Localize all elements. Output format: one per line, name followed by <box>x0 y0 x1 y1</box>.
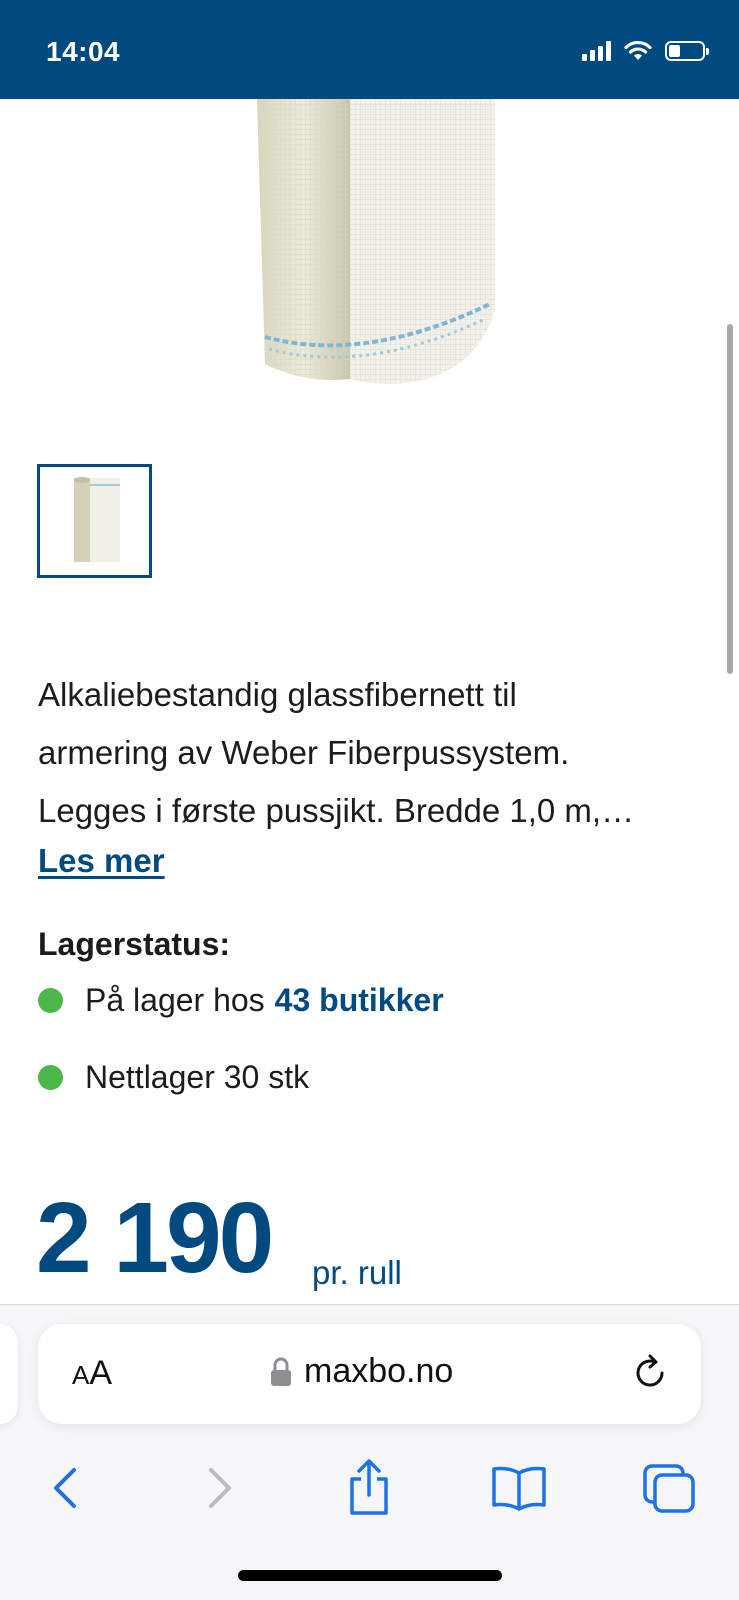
in-stock-dot-icon <box>38 1065 63 1090</box>
product-thumbnail[interactable] <box>37 464 152 578</box>
text-size-small-a: A <box>72 1360 90 1390</box>
wifi-icon <box>624 40 652 60</box>
forward-icon <box>209 1468 231 1508</box>
back-icon <box>54 1468 76 1508</box>
stock-store-text: På lager hos <box>85 982 265 1018</box>
in-stock-dot-icon <box>38 988 63 1013</box>
product-image <box>245 99 705 419</box>
bookmarks-button[interactable] <box>484 1453 554 1523</box>
tabs-icon <box>643 1464 695 1513</box>
url-display[interactable]: maxbo.no <box>270 1352 453 1391</box>
product-description: Alkaliebestandig glassfibernett til arme… <box>38 676 635 829</box>
product-price: 2 190 <box>36 1182 274 1294</box>
battery-icon <box>665 41 709 61</box>
back-button[interactable] <box>30 1453 100 1523</box>
battery-level <box>669 45 681 57</box>
tabs-button[interactable] <box>634 1453 704 1523</box>
status-time: 14:04 <box>46 36 121 67</box>
status-bar: 14:04 <box>0 0 739 99</box>
stock-online-row: Nettlager 30 stk <box>38 1059 309 1096</box>
stock-status-title: Lagerstatus: <box>38 926 231 962</box>
signal-icon <box>582 41 611 61</box>
address-bar[interactable]: AA maxbo.no <box>38 1324 701 1424</box>
stock-store-row: På lager hos 43 butikker <box>38 982 444 1019</box>
price-unit: pr. rull <box>312 1254 402 1291</box>
home-indicator[interactable] <box>238 1570 502 1581</box>
reload-icon[interactable] <box>629 1352 671 1394</box>
previous-tab-peek[interactable] <box>0 1324 18 1424</box>
bookmarks-icon <box>492 1466 546 1511</box>
status-icons <box>582 40 709 62</box>
text-size-large-a: A <box>89 1354 113 1392</box>
read-more-link[interactable]: Les mer <box>38 842 165 880</box>
product-thumbnail-image <box>73 477 120 562</box>
lock-icon <box>271 1357 291 1386</box>
page-scrollbar[interactable] <box>727 324 733 674</box>
store-count-link[interactable]: 43 butikker <box>275 982 444 1019</box>
share-icon <box>350 1459 388 1515</box>
browser-nav-row <box>0 1453 739 1523</box>
url-text: maxbo.no <box>304 1352 454 1390</box>
share-button[interactable] <box>334 1453 404 1523</box>
stock-online-text: Nettlager 30 stk <box>85 1059 310 1095</box>
forward-button[interactable] <box>185 1453 255 1523</box>
text-size-button[interactable]: AA <box>72 1354 112 1393</box>
